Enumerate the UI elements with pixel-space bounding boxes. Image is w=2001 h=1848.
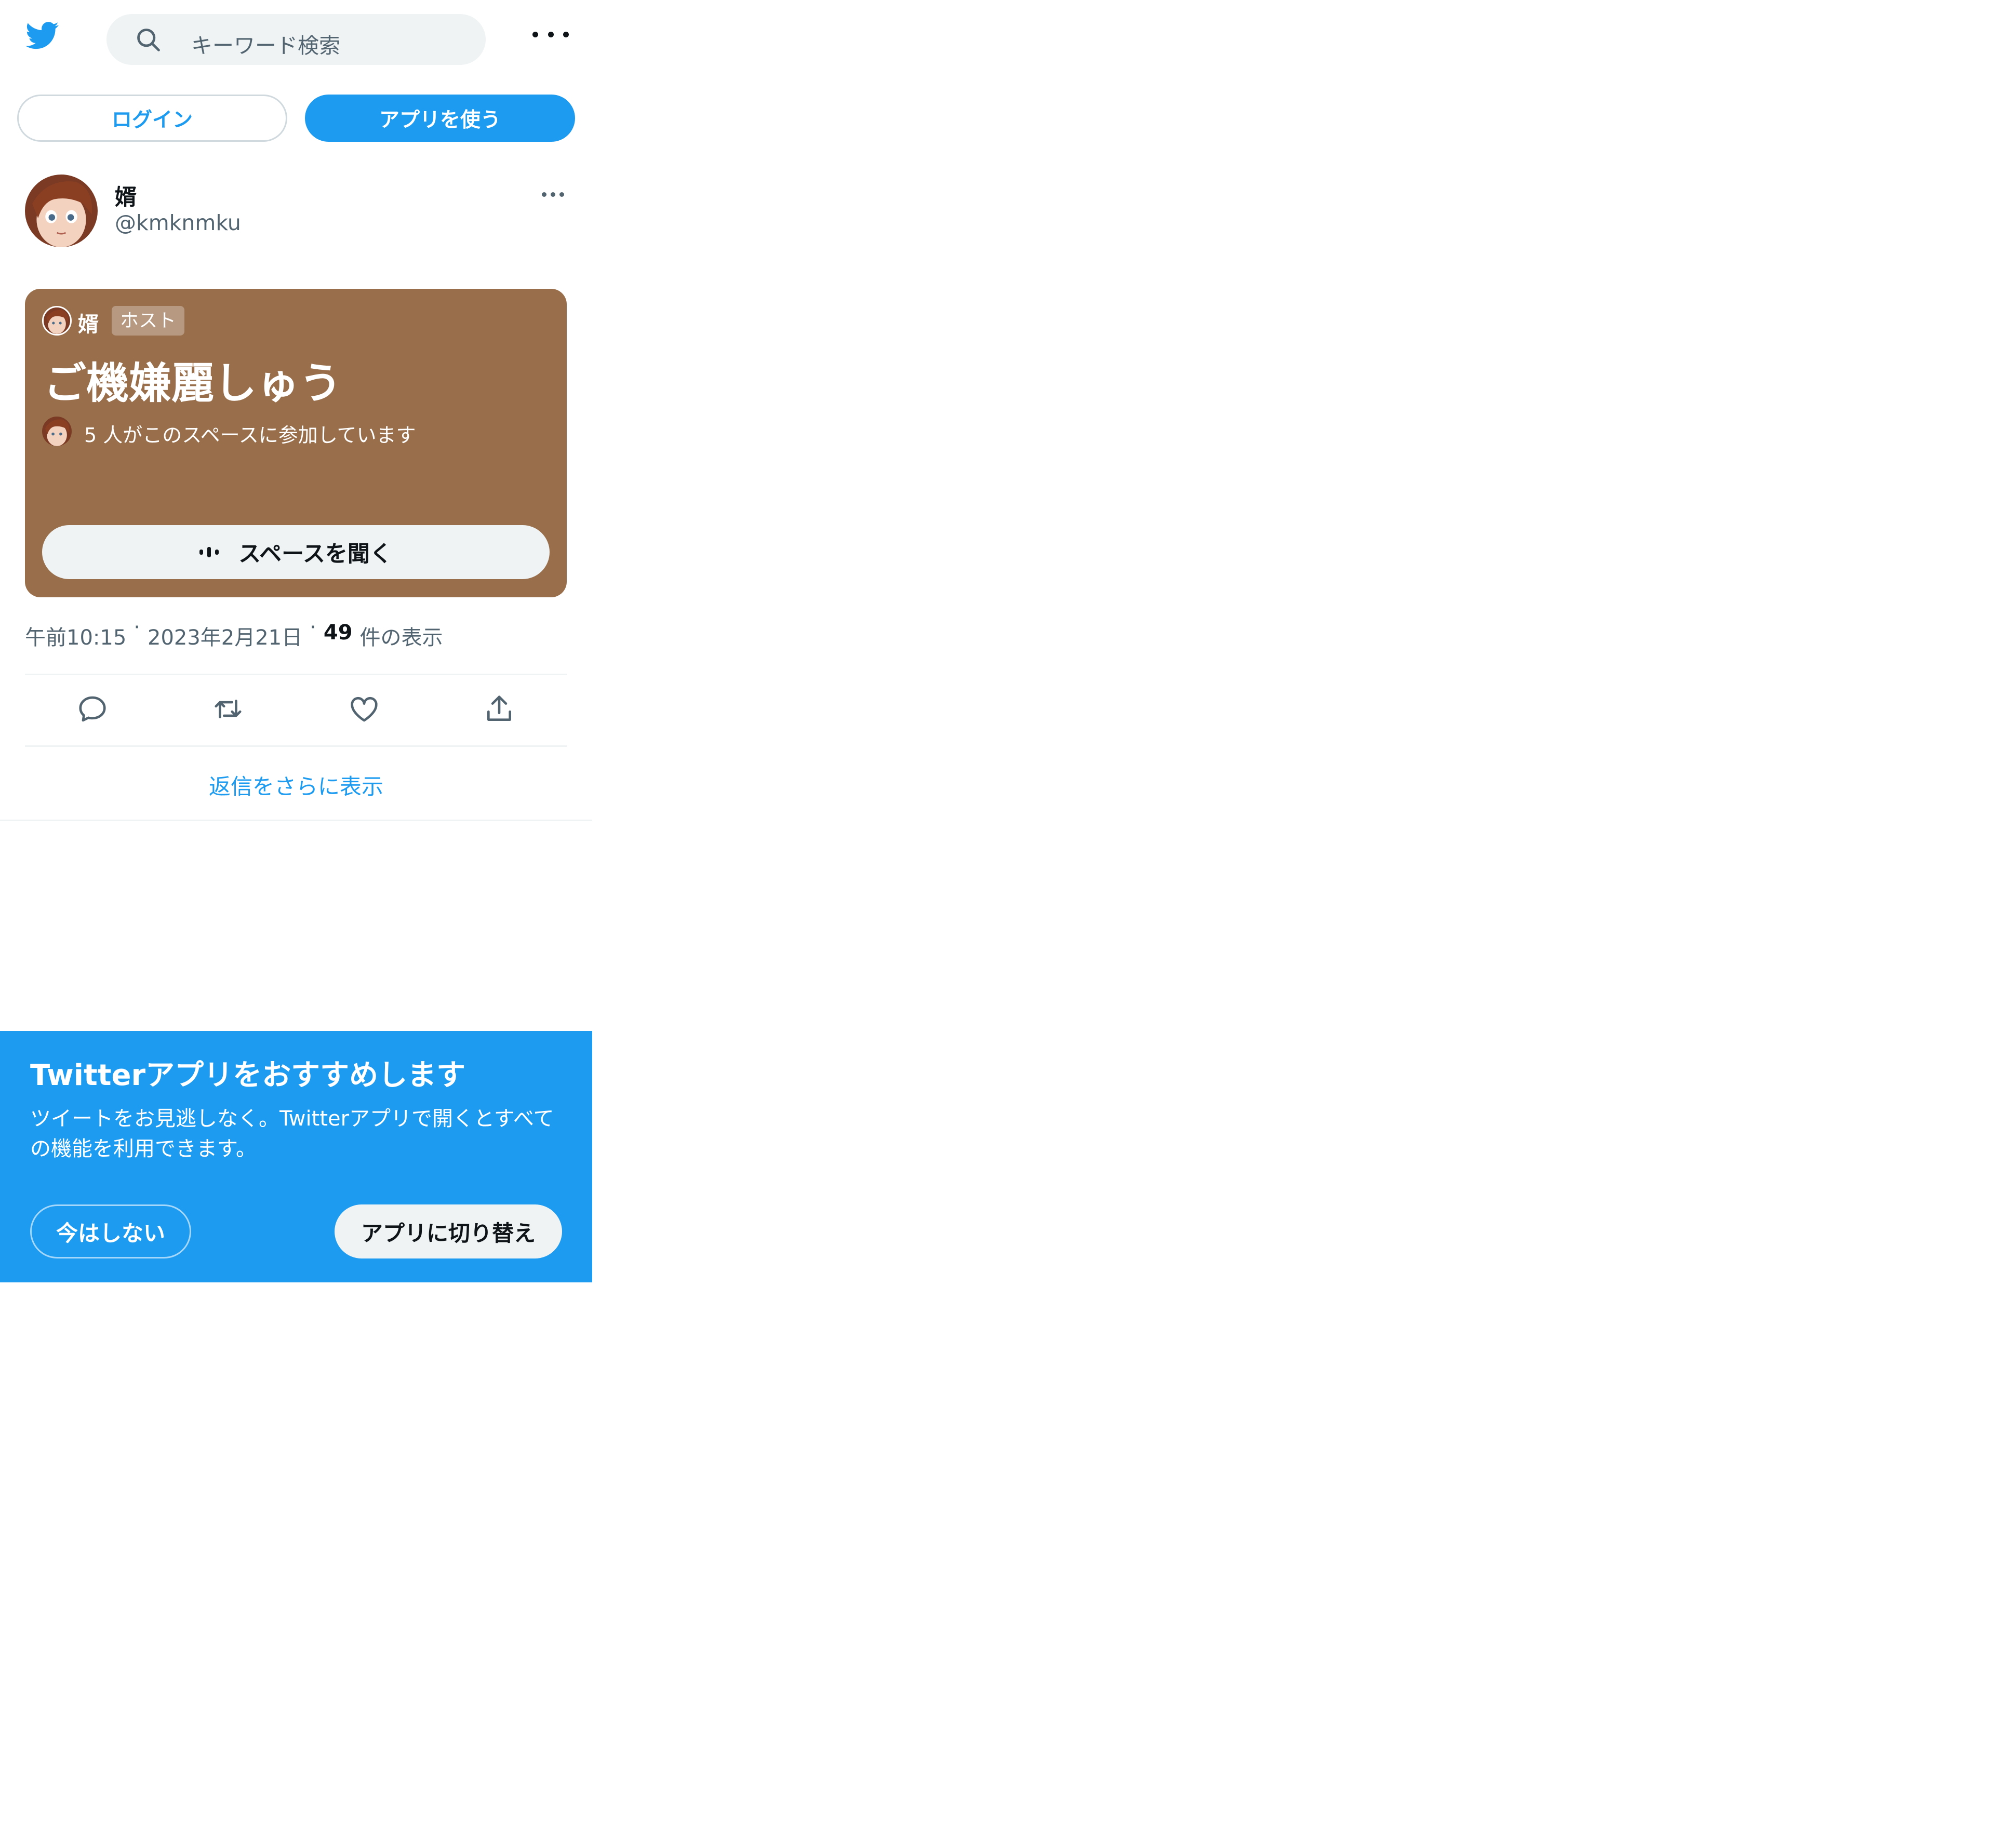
- more-horizontal-icon[interactable]: [532, 29, 569, 39]
- listen-space-button[interactable]: スペースを聞く: [42, 525, 550, 579]
- show-more-replies-link[interactable]: 返信をさらに表示: [0, 769, 592, 801]
- switch-to-app-button[interactable]: アプリに切り替え: [335, 1204, 562, 1258]
- divider: [25, 674, 567, 675]
- page: キーワード検索 ログイン アプリを使う 婿 @kmknmku 婿 ホスト ご機嫌…: [0, 0, 2001, 1848]
- tweet-meta: 午前10:15 · 2023年2月21日 · 49 件の表示: [25, 615, 443, 651]
- participant-avatar: [42, 417, 72, 446]
- host-avatar: [42, 306, 72, 336]
- share-icon[interactable]: [483, 693, 515, 725]
- listen-space-label: スペースを聞く: [238, 541, 392, 567]
- tweet-time[interactable]: 午前10:15: [25, 621, 126, 651]
- participants-count: 5 人がこのスペースに参加しています: [84, 424, 416, 447]
- author-handle[interactable]: @kmknmku: [115, 210, 241, 235]
- search-icon: [135, 26, 162, 53]
- promo-description: ツイートをお見逃しなく。Twitterアプリで開くとすべての機能を利用できます。: [30, 1107, 554, 1161]
- reply-icon[interactable]: [76, 693, 109, 725]
- promo-title: Twitterアプリをおすすめします: [30, 1059, 466, 1092]
- use-app-button[interactable]: アプリを使う: [305, 95, 575, 142]
- retweet-icon[interactable]: [212, 693, 244, 725]
- host-badge: ホスト: [112, 306, 185, 336]
- divider: [0, 820, 592, 821]
- twitter-bird-icon[interactable]: [23, 19, 62, 52]
- views-count: 49: [323, 621, 353, 645]
- search-bar[interactable]: キーワード検索: [106, 14, 486, 65]
- tweet-more-icon[interactable]: [542, 191, 564, 198]
- spaces-card[interactable]: 婿 ホスト ご機嫌麗しゅう 5 人がこのスペースに参加しています スペースを聞く: [25, 289, 567, 597]
- mobile-column: キーワード検索 ログイン アプリを使う 婿 @kmknmku 婿 ホスト ご機嫌…: [0, 0, 592, 1848]
- app-promo-banner: Twitterアプリをおすすめします ツイートをお見逃しなく。Twitterアプ…: [0, 1031, 592, 1282]
- separator: ·: [134, 615, 140, 639]
- like-icon[interactable]: [348, 693, 380, 725]
- login-button[interactable]: ログイン: [17, 95, 287, 142]
- search-placeholder: キーワード検索: [191, 33, 340, 58]
- views-label: 件の表示: [359, 626, 443, 650]
- audio-wave-icon: [199, 547, 219, 557]
- host-name: 婿: [78, 313, 99, 337]
- separator: ·: [310, 615, 316, 639]
- tweet-date[interactable]: 2023年2月21日: [148, 621, 302, 651]
- divider: [25, 745, 567, 747]
- space-title: ご機嫌麗しゅう: [44, 358, 342, 408]
- author-name[interactable]: 婿: [115, 180, 137, 211]
- avatar[interactable]: [25, 175, 98, 247]
- not-now-button[interactable]: 今はしない: [30, 1204, 191, 1258]
